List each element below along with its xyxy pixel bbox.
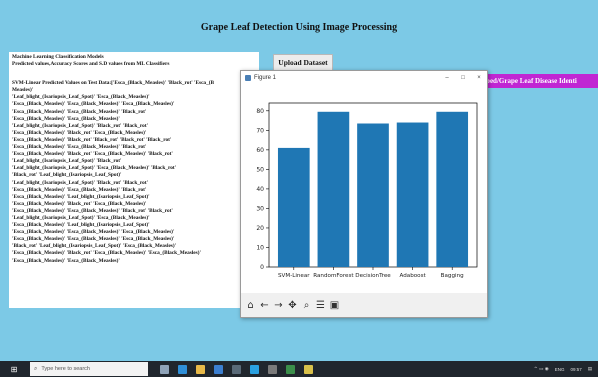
x-tick-label: Bagging	[441, 273, 464, 279]
result-line: 'Esca_(Black_Measles)' 'Esca_(Black_Meas…	[12, 101, 175, 108]
result-line: 'Esca_(Black_Measles)' 'Esca_(Black_Meas…	[12, 108, 147, 115]
result-line: 'Leaf_blight_(Isariopsis_Leaf_Spot)' 'Bl…	[12, 122, 149, 129]
figure-window[interactable]: Figure 1 – □ × 0 10 20 30 40 50 60 70 80 SVM-Line…	[240, 70, 488, 318]
result-line: 'Esca_(Black_Measles)' 'Esca_(Black_Meas…	[12, 257, 120, 264]
y-tick-label: 40	[256, 186, 264, 193]
result-line: 'Esca_(Black_Measles)' 'Black_rot' 'Esca…	[12, 250, 201, 257]
tray-icons[interactable]: ^ ▭ ◉	[534, 367, 549, 372]
y-tick-label: 70	[256, 127, 264, 134]
result-line: SVM-Linear Predicted Values on Test Data…	[12, 80, 215, 87]
taskbar-apps	[160, 364, 313, 374]
app-icon[interactable]	[250, 364, 259, 374]
edge-icon[interactable]	[178, 364, 187, 374]
minimize-button[interactable]: –	[439, 75, 455, 81]
y-tick-label: 0	[260, 264, 264, 271]
result-line: 'Esca_(Black_Measles)' 'Esca_(Black_Meas…	[12, 115, 120, 122]
save-icon[interactable]: ▣	[329, 300, 340, 311]
figure-title: Figure 1	[254, 75, 277, 81]
x-tick-label: RandomForest	[313, 273, 354, 279]
file-explorer-icon[interactable]	[196, 364, 205, 374]
notification-icon[interactable]: ▤	[588, 367, 592, 372]
text-gap	[12, 68, 256, 80]
y-tick-label: 30	[256, 205, 264, 212]
upload-dataset-button[interactable]: Upload Dataset	[273, 54, 333, 71]
result-line: 'Esca_(Black_Measles)' 'Esca_(Black_Meas…	[12, 207, 173, 214]
y-tick-label: 80	[256, 108, 264, 115]
app-icon[interactable]	[268, 364, 277, 374]
search-icon: ⌕	[34, 365, 38, 372]
language-indicator[interactable]: ENG	[555, 367, 565, 372]
result-line: Machine Learning Classification Models	[12, 54, 104, 60]
result-line: 'Esca_(Black_Measles)' 'Esca_(Black_Meas…	[12, 186, 147, 193]
app-icon[interactable]	[286, 364, 295, 374]
store-icon[interactable]	[214, 364, 223, 374]
result-line: 'Leaf_blight_(Isariopsis_Leaf_Spot)' 'Es…	[12, 214, 150, 221]
taskbar-search-box[interactable]: ⌕ Type here to search	[30, 362, 148, 376]
clock-time: 09:57	[570, 366, 582, 372]
y-tick-label: 20	[256, 225, 264, 232]
result-line: 'Esca_(Black_Measles)' 'Black_rot' 'Blac…	[12, 136, 172, 143]
result-line: 'Esca_(Black_Measles)' 'Black_rot' 'Esca…	[12, 200, 147, 207]
result-line: 'Esca_(Black_Measles)' 'Black_rot' 'Esca…	[12, 129, 147, 136]
home-icon[interactable]: ⌂	[245, 300, 256, 311]
bar	[277, 147, 310, 267]
bar	[317, 111, 350, 268]
result-line: Predicted values,Accuracy Scores and S.D…	[12, 61, 170, 68]
task-view-icon[interactable]	[160, 364, 169, 374]
result-line: 'Leaf_blight_(Isariopsis_Leaf_Spot)' 'Bl…	[12, 179, 149, 186]
x-tick-label: DecisionTree	[355, 273, 391, 279]
windows-start-icon[interactable]: ⊞	[6, 365, 22, 374]
forward-icon[interactable]: →	[273, 300, 284, 311]
results-text-panel[interactable]: Machine Learning Classification Models Pr…	[9, 52, 259, 308]
pan-icon[interactable]: ✥	[287, 300, 298, 311]
system-tray: ^ ▭ ◉ ENG 09:57 ▤	[534, 361, 592, 377]
app-title: Grape Leaf Detection Using Image Process…	[200, 22, 398, 33]
bar	[357, 123, 389, 267]
clock[interactable]: 09:57	[570, 367, 581, 372]
figure-canvas: 0 10 20 30 40 50 60 70 80 SVM-Linear RandomForest D…	[241, 85, 487, 293]
figure-titlebar[interactable]: Figure 1 – □ ×	[241, 71, 487, 85]
x-tick-label: Adaboost	[399, 273, 426, 279]
mail-icon[interactable]	[232, 364, 241, 374]
result-line: 'Black_rot' 'Leaf_blight_(Isariopsis_Lea…	[12, 172, 122, 179]
result-line: 'Esca_(Black_Measles)' 'Leaf_blight_(Isa…	[12, 193, 150, 200]
x-tick-label: SVM-Linear	[278, 273, 310, 279]
zoom-icon[interactable]: ⌕	[301, 300, 312, 311]
bar	[396, 122, 429, 268]
figure-toolbar: ⌂ ← → ✥ ⌕ ☰ ▣	[241, 293, 487, 317]
y-tick-label: 60	[256, 147, 264, 154]
close-button[interactable]: ×	[471, 75, 487, 81]
y-tick-label: 50	[256, 166, 264, 173]
taskbar: ⊞ ⌕ Type here to search ^ ▭ ◉ ENG 09:57 …	[0, 361, 598, 377]
grape-leaf-disease-button[interactable]: veloped/Grape Leaf Disease Identi	[470, 74, 598, 88]
bar-chart: 0 10 20 30 40 50 60 70 80 SVM-Linear RandomForest D…	[256, 102, 478, 279]
configure-icon[interactable]: ☰	[315, 300, 326, 311]
search-placeholder: Type here to search	[41, 366, 90, 372]
back-icon[interactable]: ←	[259, 300, 270, 311]
figure-app-icon	[245, 75, 251, 81]
bar	[436, 111, 469, 268]
y-tick-label: 10	[256, 244, 264, 251]
python-icon[interactable]	[304, 364, 313, 374]
maximize-button[interactable]: □	[455, 75, 471, 81]
